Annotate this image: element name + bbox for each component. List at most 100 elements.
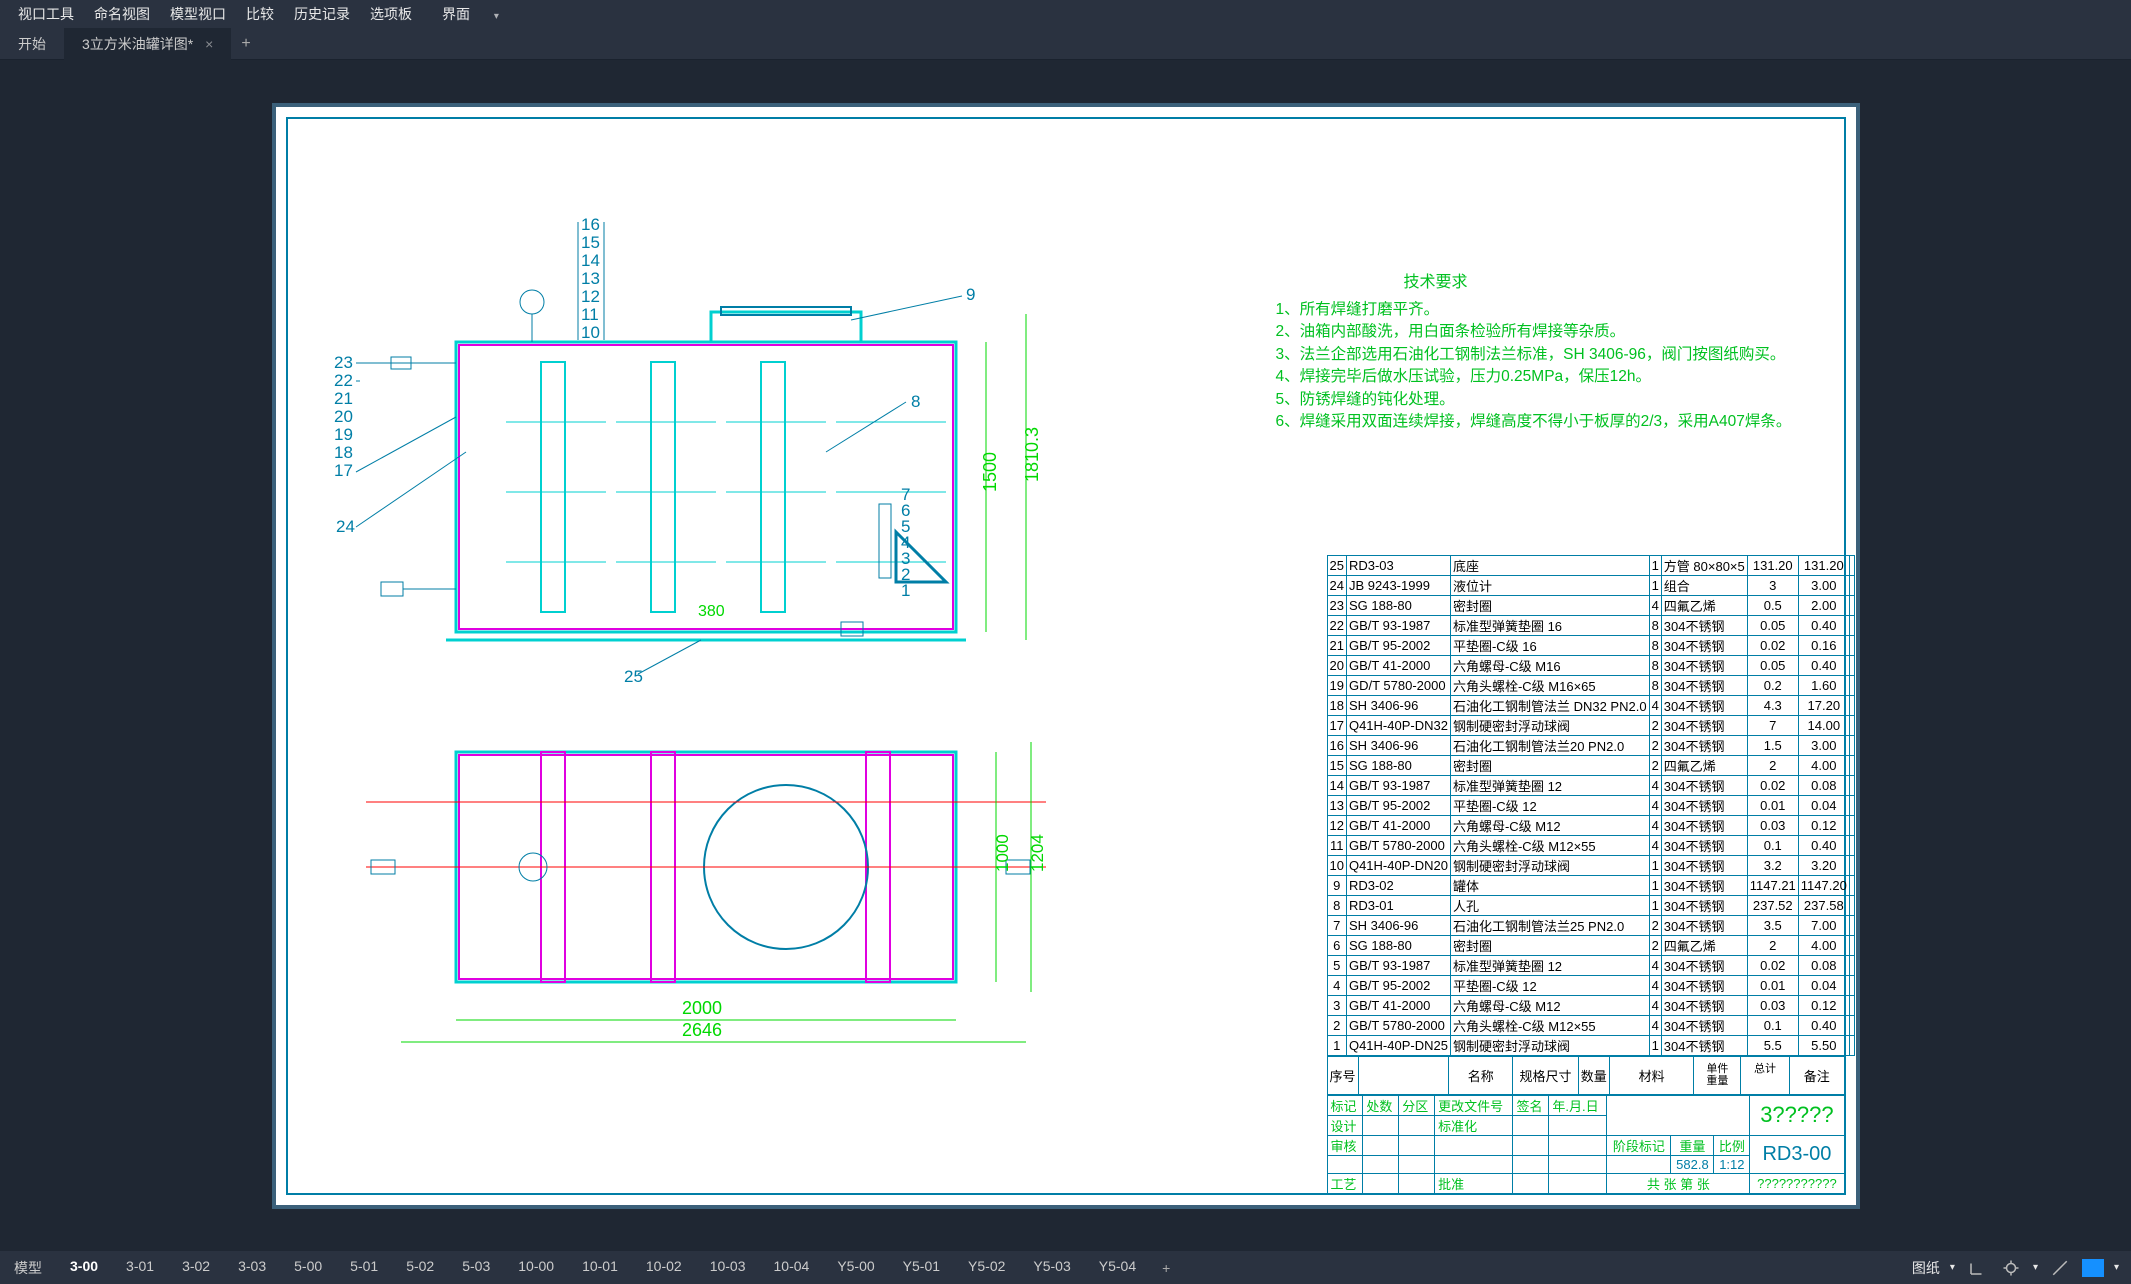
title-block: 标记处数 分区更改文件号 签名年.月.日 3????? 设计 标准化 审核 阶段… [1327, 1095, 1845, 1194]
bom-row: 14GB/T 93-1987标准型弹簧垫圈 124304不锈钢0.020.08 [1327, 775, 1854, 795]
bom-row: 1Q41H-40P-DN25钢制硬密封浮动球阀1304不锈钢5.55.50 [1327, 1035, 1854, 1055]
layout-tab[interactable]: Y5-02 [954, 1252, 1019, 1284]
target-icon[interactable] [1999, 1256, 2023, 1280]
engineering-drawing: 1500 1810.3 380 2000 2646 1000 1204 23 [306, 162, 1266, 1152]
bom-h-remark: 备注 [1789, 1056, 1844, 1094]
layout-tab[interactable]: 5-00 [280, 1252, 336, 1284]
layout-tab[interactable]: 3-00 [56, 1252, 112, 1284]
layout-tab[interactable]: Y5-04 [1085, 1252, 1150, 1284]
bom-row: 13GB/T 95-2002平垫圈-C级 124304不锈钢0.010.04 [1327, 795, 1854, 815]
bom-h-mat: 材料 [1609, 1056, 1694, 1094]
layout-tab[interactable]: 10-00 [504, 1252, 568, 1284]
svg-text:24: 24 [336, 517, 355, 536]
project-name: 3????? [1750, 1095, 1844, 1135]
tech-req-line: 5、防锈焊缝的钝化处理。 [1276, 389, 1792, 411]
bom-row: 10Q41H-40P-DN20钢制硬密封浮动球阀1304不锈钢3.23.20 [1327, 855, 1854, 875]
bom-table: 25RD3-03底座1方管 80×80×5131.20131.2024JB 92… [1327, 555, 1845, 1194]
svg-text:10: 10 [581, 323, 600, 342]
ucs-icon[interactable] [1965, 1256, 1989, 1280]
bom-row: 2GB/T 5780-2000六角头螺栓-C级 M12×554304不锈钢0.1… [1327, 1015, 1854, 1035]
status-label[interactable]: 图纸 [1912, 1258, 1940, 1278]
svg-text:380: 380 [698, 603, 725, 620]
diag-icon[interactable] [2048, 1256, 2072, 1280]
drawing-canvas[interactable]: 1500 1810.3 380 2000 2646 1000 1204 23 [0, 60, 2131, 1251]
svg-text:1000: 1000 [993, 834, 1012, 872]
svg-text:1204: 1204 [1028, 834, 1047, 872]
layout-add[interactable]: + [1150, 1254, 1182, 1282]
bom-row: 5GB/T 93-1987标准型弹簧垫圈 124304不锈钢0.020.08 [1327, 955, 1854, 975]
layout-tab[interactable]: 3-02 [168, 1252, 224, 1284]
close-icon[interactable]: × [205, 36, 213, 52]
layout-tab[interactable]: Y5-03 [1019, 1252, 1084, 1284]
chevron-down-icon[interactable]: ▾ [1950, 1262, 1955, 1273]
chevron-down-icon: ▾ [484, 7, 509, 26]
tech-req-line: 2、油箱内部酸洗，用白面条检验所有焊接等杂质。 [1276, 321, 1792, 343]
menu-palettes[interactable]: 选项板 [360, 0, 422, 28]
svg-text:11: 11 [581, 305, 599, 324]
bom-h-qty: 数量 [1578, 1056, 1609, 1094]
layout-tab[interactable]: 5-03 [448, 1252, 504, 1284]
layout-tab[interactable]: 3-01 [112, 1252, 168, 1284]
tech-req-line: 6、焊缝采用双面连续焊接，焊缝高度不得小于板厚的2/3，采用A407焊条。 [1276, 411, 1792, 433]
bom-row: 19GD/T 5780-2000六角头螺栓-C级 M16×658304不锈钢0.… [1327, 675, 1854, 695]
svg-text:2646: 2646 [682, 1020, 722, 1040]
svg-text:1810.3: 1810.3 [1022, 426, 1042, 481]
layout-tab[interactable]: Y5-01 [889, 1252, 954, 1284]
tab-active-drawing[interactable]: 3立方米油罐详图* × [64, 28, 231, 60]
layout-tab[interactable]: 模型 [0, 1252, 56, 1284]
tech-req-title: 技术要求 [1276, 271, 1596, 294]
bom-row: 23SG 188-80密封圈4四氟乙烯0.52.00 [1327, 595, 1854, 615]
layout-tabbar: 模型3-003-013-023-035-005-015-025-0310-001… [0, 1251, 2131, 1284]
svg-text:20: 20 [334, 407, 353, 426]
bom-row: 15SG 188-80密封圈2四氟乙烯24.00 [1327, 755, 1854, 775]
layout-tab[interactable]: Y5-00 [823, 1252, 888, 1284]
bom-row: 25RD3-03底座1方管 80×80×5131.20131.20 [1327, 555, 1854, 575]
file-tabbar: 开始 3立方米油罐详图* × + [0, 28, 2131, 60]
menu-compare[interactable]: 比较 [236, 0, 284, 28]
svg-text:21: 21 [334, 389, 353, 408]
layout-tab[interactable]: 10-02 [632, 1252, 696, 1284]
layout-tab[interactable]: 5-02 [392, 1252, 448, 1284]
menu-viewport-tools[interactable]: 视口工具 [8, 0, 84, 28]
menu-named-views[interactable]: 命名视图 [84, 0, 160, 28]
chevron-down-icon[interactable]: ▾ [2033, 1262, 2038, 1273]
bom-row: 7SH 3406-96石油化工钢制管法兰25 PN2.02304不锈钢3.57.… [1327, 915, 1854, 935]
menu-model-viewport[interactable]: 模型视口 [160, 0, 236, 28]
bom-row: 12GB/T 41-2000六角螺母-C级 M124304不锈钢0.030.12 [1327, 815, 1854, 835]
annotate-toggle[interactable] [2082, 1259, 2104, 1277]
svg-text:9: 9 [966, 285, 975, 304]
svg-text:14: 14 [581, 251, 600, 270]
bom-row: 16SH 3406-96石油化工钢制管法兰20 PN2.02304不锈钢1.53… [1327, 735, 1854, 755]
svg-text:1500: 1500 [980, 451, 1000, 491]
menu-interface[interactable]: 界面 ▾ [422, 0, 519, 28]
paper-sheet: 1500 1810.3 380 2000 2646 1000 1204 23 [272, 103, 1860, 1209]
menu-history[interactable]: 历史记录 [284, 0, 360, 28]
bom-h-name: 名称 [1449, 1056, 1513, 1094]
bom-row: 22GB/T 93-1987标准型弹簧垫圈 168304不锈钢0.050.40 [1327, 615, 1854, 635]
svg-text:8: 8 [911, 392, 920, 411]
layout-tab[interactable]: 10-03 [696, 1252, 760, 1284]
layout-tab[interactable]: 10-04 [760, 1252, 824, 1284]
bom-row: 17Q41H-40P-DN32钢制硬密封浮动球阀2304不锈钢714.00 [1327, 715, 1854, 735]
layout-tab[interactable]: 3-03 [224, 1252, 280, 1284]
bom-row: 8RD3-01人孔1304不锈钢237.52237.58 [1327, 895, 1854, 915]
svg-text:19: 19 [334, 425, 353, 444]
bom-row: 18SH 3406-96石油化工钢制管法兰 DN32 PN2.04304不锈钢4… [1327, 695, 1854, 715]
svg-text:25: 25 [624, 667, 643, 686]
svg-text:1: 1 [901, 581, 910, 600]
layout-tab[interactable]: 5-01 [336, 1252, 392, 1284]
chevron-down-icon[interactable]: ▾ [2114, 1262, 2119, 1273]
svg-text:12: 12 [581, 287, 600, 306]
svg-text:23: 23 [334, 353, 353, 372]
svg-text:15: 15 [581, 233, 600, 252]
tab-start[interactable]: 开始 [0, 28, 64, 60]
bom-row: 4GB/T 95-2002平垫圈-C级 124304不锈钢0.010.04 [1327, 975, 1854, 995]
drawing-number: RD3-00 [1750, 1135, 1844, 1173]
bom-row: 24JB 9243-1999液位计1组合33.00 [1327, 575, 1854, 595]
layout-tab[interactable]: 10-01 [568, 1252, 632, 1284]
statusbar-right: 图纸 ▾ ▾ ▾ [1912, 1251, 2131, 1284]
technical-requirements: 技术要求 1、所有焊缝打磨平齐。 2、油箱内部酸洗，用白面条检验所有焊接等杂质。… [1276, 271, 1792, 434]
bom-row: 9RD3-02罐体1304不锈钢1147.211147.20 [1327, 875, 1854, 895]
tech-req-line: 3、法兰企部选用石油化工钢制法兰标准，SH 3406-96，阀门按图纸购买。 [1276, 344, 1792, 366]
tab-add[interactable]: + [231, 31, 260, 57]
